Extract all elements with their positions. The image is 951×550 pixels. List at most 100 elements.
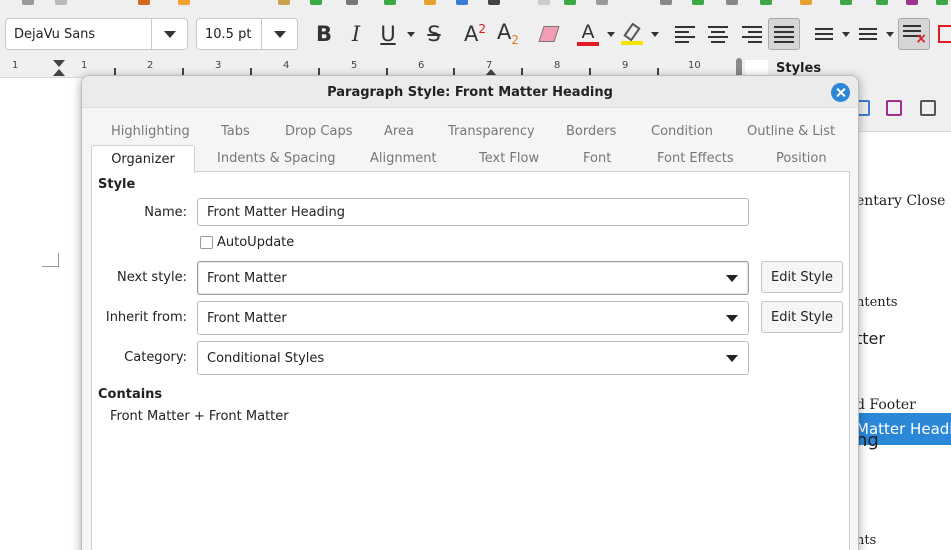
style-list-item[interactable]: d Footer xyxy=(856,397,916,413)
no-list-button[interactable]: × xyxy=(898,18,930,50)
chevron-down-icon[interactable] xyxy=(886,32,894,37)
eraser-icon xyxy=(538,26,560,42)
upper-toolbar-row xyxy=(0,0,951,8)
style-list-item[interactable]: ntents xyxy=(856,295,898,310)
toolbar-icon[interactable] xyxy=(692,0,704,5)
style-section-heading: Style xyxy=(98,177,136,192)
font-name-combobox[interactable]: DejaVu Sans xyxy=(5,18,188,50)
tab-transparency[interactable]: Transparency xyxy=(448,124,535,139)
toolbar-icon[interactable] xyxy=(456,0,468,5)
edit-inherit-style-button[interactable]: Edit Style xyxy=(761,301,843,333)
toolbar-icon[interactable] xyxy=(760,0,772,5)
style-list-item[interactable]: nts xyxy=(856,533,876,548)
inherit-from-select[interactable]: Front Matter xyxy=(197,301,749,335)
ruler-number: 9 xyxy=(622,60,629,71)
toolbar-icon[interactable] xyxy=(22,0,34,5)
edit-next-style-button[interactable]: Edit Style xyxy=(761,261,843,293)
next-style-select[interactable]: Front Matter xyxy=(197,261,749,295)
tab-font-effects[interactable]: Font Effects xyxy=(657,151,734,166)
ruler-number: 6 xyxy=(418,60,425,71)
ruler-number: 5 xyxy=(351,60,358,71)
tab-organizer[interactable]: Organizer xyxy=(91,145,195,173)
tab-font[interactable]: Font xyxy=(583,151,611,166)
chevron-down-icon[interactable] xyxy=(151,19,187,49)
tab-outline-list[interactable]: Outline & List xyxy=(747,124,835,139)
tab-condition[interactable]: Condition xyxy=(651,124,713,139)
underline-button[interactable]: U xyxy=(373,18,403,50)
toolbar-icon[interactable] xyxy=(346,0,358,5)
align-right-icon xyxy=(742,25,762,43)
toolbar-icon[interactable] xyxy=(936,0,948,5)
toolbar-icon[interactable] xyxy=(178,0,190,5)
chevron-down-icon[interactable] xyxy=(261,19,297,49)
justify-button[interactable] xyxy=(768,18,800,50)
style-list-item[interactable]: tter xyxy=(856,329,885,348)
toolbar-icon[interactable] xyxy=(564,0,576,5)
tab-highlighting[interactable]: Highlighting xyxy=(111,124,190,139)
numbered-list-button[interactable] xyxy=(853,18,883,50)
indent-marker-icon[interactable] xyxy=(53,60,65,67)
tab-position[interactable]: Position xyxy=(776,151,827,166)
align-left-button[interactable] xyxy=(670,18,700,50)
ruler-number: 4 xyxy=(283,60,290,71)
toolbar-icon[interactable] xyxy=(310,0,322,5)
font-color-button[interactable]: A xyxy=(573,18,603,50)
italic-button[interactable]: I xyxy=(341,18,371,50)
highlight-button[interactable] xyxy=(617,18,647,50)
toolbar-icon[interactable] xyxy=(876,0,888,5)
toolbar-icon[interactable] xyxy=(538,0,550,5)
style-list-item[interactable]: ng xyxy=(856,430,879,451)
toolbar-icon[interactable] xyxy=(840,0,852,5)
chevron-down-icon[interactable] xyxy=(842,32,850,37)
style-list-item[interactable]: entary Close xyxy=(856,193,945,209)
tab-borders[interactable]: Borders xyxy=(566,124,616,139)
toolbar-icon[interactable] xyxy=(384,0,396,5)
toolbar-icon[interactable] xyxy=(726,0,738,5)
name-field-value: Front Matter Heading xyxy=(207,205,345,220)
bold-button[interactable]: B xyxy=(309,18,339,50)
close-icon[interactable] xyxy=(831,83,850,102)
highlighter-icon xyxy=(621,22,643,45)
autoupdate-label[interactable]: AutoUpdate xyxy=(217,235,294,250)
paragraph-style-icon xyxy=(938,25,951,43)
chevron-down-icon xyxy=(726,275,738,282)
toolbar-icon[interactable] xyxy=(138,0,150,5)
no-list-icon: × xyxy=(903,25,927,46)
clear-formatting-button[interactable] xyxy=(534,18,564,50)
chevron-down-icon[interactable] xyxy=(607,32,615,37)
toolbar-icon[interactable] xyxy=(55,0,67,5)
tab-area[interactable]: Area xyxy=(384,124,414,139)
toolbar-icon[interactable] xyxy=(278,0,290,5)
tab-text-flow[interactable]: Text Flow xyxy=(479,151,539,166)
toolbar-icon[interactable] xyxy=(596,0,608,5)
dialog-titlebar[interactable]: Paragraph Style: Front Matter Heading xyxy=(82,76,858,108)
tab-tabs[interactable]: Tabs xyxy=(221,124,250,139)
autoupdate-checkbox[interactable] xyxy=(200,236,213,249)
font-size-combobox[interactable]: 10.5 pt xyxy=(196,18,298,50)
superscript-button[interactable]: A2 xyxy=(460,18,490,50)
name-field[interactable]: Front Matter Heading xyxy=(197,198,749,226)
chevron-down-icon[interactable] xyxy=(651,32,659,37)
sidebar-title: Styles xyxy=(776,61,822,76)
align-right-button[interactable] xyxy=(737,18,767,50)
tab-indents-spacing[interactable]: Indents & Spacing xyxy=(217,151,336,166)
edit-style-icon[interactable] xyxy=(886,100,902,116)
tab-alignment[interactable]: Alignment xyxy=(370,151,437,166)
bullet-list-button[interactable] xyxy=(809,18,839,50)
tab-drop-caps[interactable]: Drop Caps xyxy=(285,124,352,139)
toolbar-icon[interactable] xyxy=(424,0,436,5)
indent-marker-icon[interactable] xyxy=(53,69,65,76)
toolbar-icon[interactable] xyxy=(800,0,812,5)
category-select[interactable]: Conditional Styles xyxy=(197,341,749,375)
paragraph-style-dialog: Paragraph Style: Front Matter Heading Hi… xyxy=(81,75,859,550)
toolbar-icon[interactable] xyxy=(660,0,672,5)
align-center-button[interactable] xyxy=(703,18,733,50)
subscript-button[interactable]: A2 xyxy=(493,18,523,50)
strikethrough-button[interactable]: S xyxy=(419,18,449,50)
toolbar-icon[interactable] xyxy=(488,0,500,5)
toolbar-overflow-button[interactable] xyxy=(938,18,951,50)
toolbar-icon[interactable] xyxy=(906,0,918,5)
chevron-down-icon[interactable] xyxy=(407,32,415,37)
style-actions-icon[interactable] xyxy=(920,100,936,116)
contains-value: Front Matter + Front Matter xyxy=(110,409,289,424)
